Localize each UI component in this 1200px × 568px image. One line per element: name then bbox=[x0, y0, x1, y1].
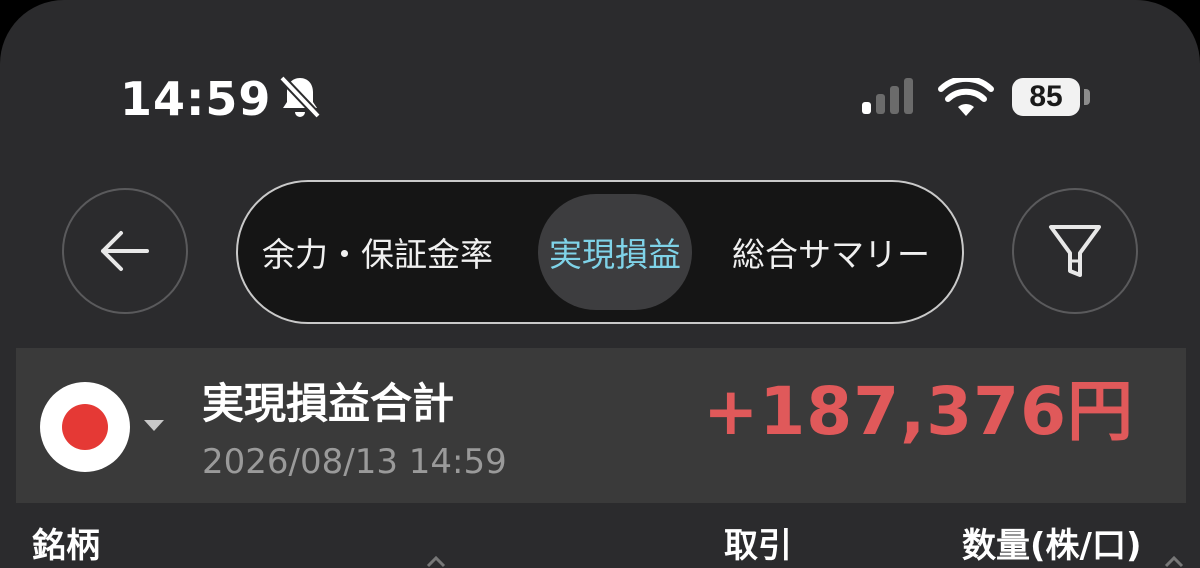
filter-button[interactable] bbox=[1012, 188, 1138, 314]
realized-pnl-card: 実現損益合計 2026/08/13 14:59 +187,376円 bbox=[16, 348, 1186, 503]
status-time: 14:59 bbox=[120, 72, 272, 126]
bell-slash-icon bbox=[279, 75, 321, 119]
chevron-up-icon bbox=[1164, 555, 1184, 568]
tab-summary[interactable]: 総合サマリー bbox=[732, 182, 930, 322]
chevron-up-icon bbox=[426, 555, 446, 568]
column-header-trade[interactable]: 取引 bbox=[724, 518, 792, 567]
battery-icon: 85 bbox=[1012, 78, 1080, 116]
battery-level: 85 bbox=[1029, 80, 1063, 113]
japan-flag-icon[interactable] bbox=[40, 382, 130, 472]
tab-realized-pnl[interactable]: 実現損益 bbox=[538, 194, 692, 310]
wifi-icon bbox=[938, 78, 994, 116]
segmented-control: 余力・保証金率 実現損益 総合サマリー bbox=[236, 180, 964, 324]
app-screen: 14:59 85 余力・保証金率 実現損益 総合サマリー 実現損益合計 2026… bbox=[0, 0, 1200, 568]
card-timestamp: 2026/08/13 14:59 bbox=[202, 442, 507, 482]
tab-margin-ratio[interactable]: 余力・保証金率 bbox=[262, 182, 493, 322]
battery-tip bbox=[1084, 89, 1090, 105]
funnel-icon bbox=[1049, 225, 1101, 277]
arrow-left-icon bbox=[101, 231, 149, 271]
chevron-down-icon[interactable] bbox=[144, 420, 164, 431]
realized-pnl-amount: +187,376円 bbox=[703, 373, 1134, 450]
cellular-signal-icon bbox=[862, 78, 913, 114]
column-header-quantity[interactable]: 数量(株/口) bbox=[962, 518, 1142, 567]
column-header-symbol[interactable]: 銘柄 bbox=[32, 518, 100, 567]
card-title: 実現損益合計 bbox=[202, 379, 455, 428]
back-button[interactable] bbox=[62, 188, 188, 314]
